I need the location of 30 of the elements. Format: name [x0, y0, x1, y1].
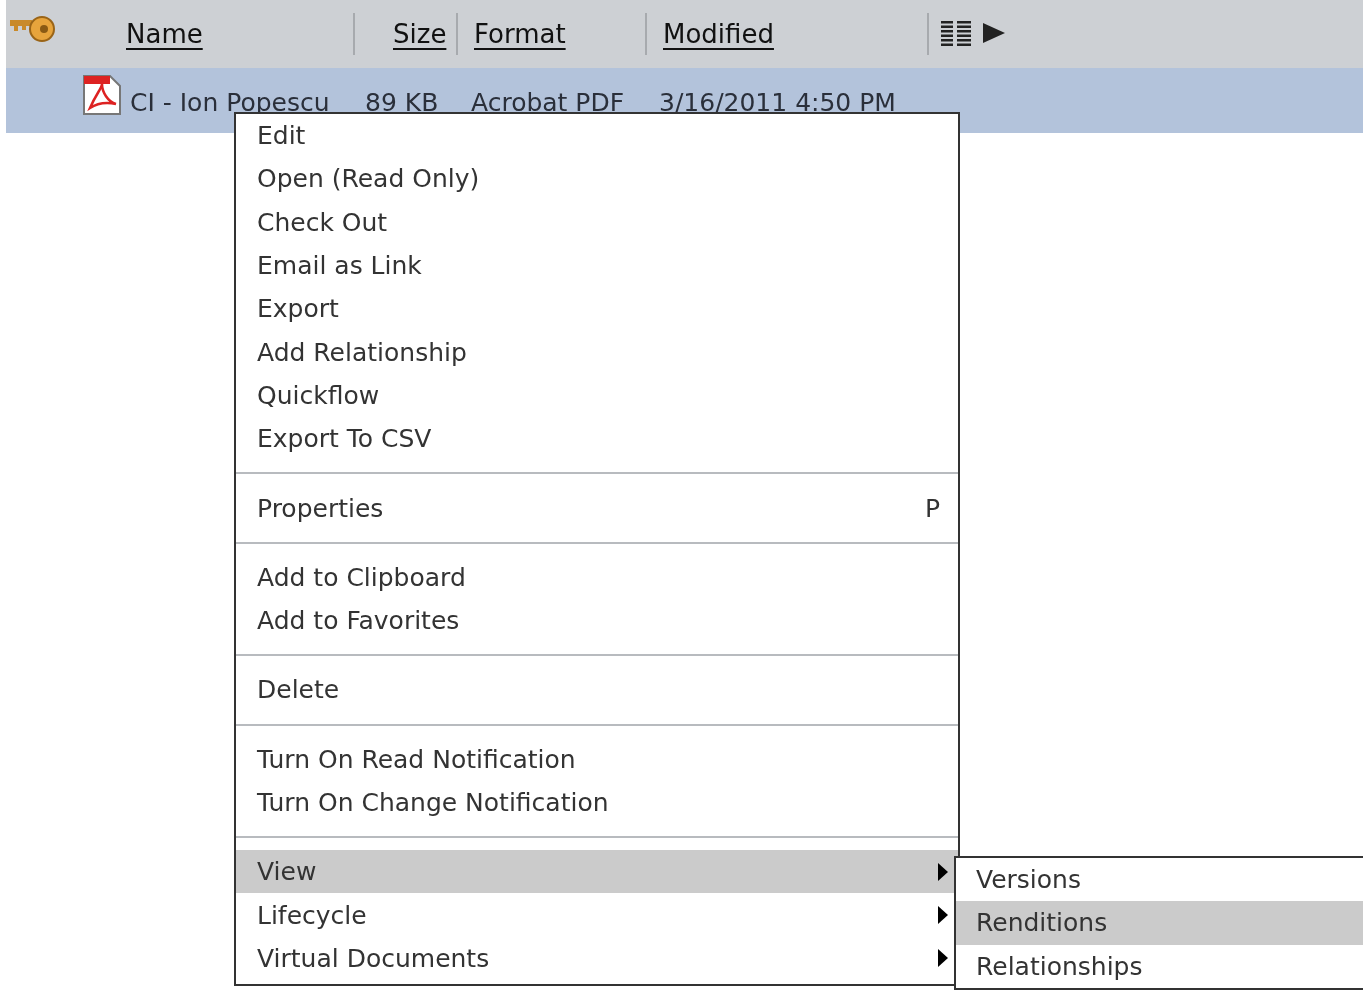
- menu-item[interactable]: Add Relationship: [236, 330, 958, 374]
- column-header[interactable]: Format: [474, 19, 566, 49]
- column-header[interactable]: Size: [393, 19, 447, 49]
- menu-item[interactable]: Add to Favorites: [236, 598, 958, 643]
- menu-item[interactable]: Export: [236, 287, 958, 331]
- table-cell-text: Acrobat PDF: [471, 88, 626, 117]
- table-cell-text: 89 KB: [365, 88, 440, 117]
- column-chooser-icon[interactable]: [941, 19, 1007, 49]
- menu-item[interactable]: Add to Clipboard: [236, 555, 958, 599]
- table-cell: 3/16/2011 4:50 PM: [659, 88, 896, 117]
- menu-item[interactable]: Email as Link: [236, 243, 958, 288]
- table-cell-text: CI - Ion Popescu: [130, 88, 331, 117]
- shortcut-key: P: [924, 493, 940, 523]
- column-header[interactable]: Name: [126, 19, 203, 49]
- menu-item[interactable]: Delete: [236, 668, 958, 712]
- menu-item[interactable]: Renditions: [956, 901, 1363, 945]
- menu-item[interactable]: View: [236, 850, 958, 894]
- pdf-file-icon: [82, 74, 122, 116]
- menu-item[interactable]: Relationships: [956, 944, 1363, 988]
- menu-item[interactable]: Properties P: [236, 486, 958, 530]
- column-header[interactable]: Modified: [663, 19, 774, 49]
- menu-item[interactable]: Turn On Read Notification: [236, 737, 958, 781]
- menu-item[interactable]: Lifecycle: [236, 893, 958, 937]
- menu-item[interactable]: Export To CSV: [236, 417, 958, 461]
- menu-item[interactable]: Open (Read Only): [236, 157, 958, 201]
- menu-item[interactable]: Virtual Documents: [236, 936, 958, 981]
- menu-item[interactable]: Quickflow: [236, 373, 958, 418]
- menu-item[interactable]: Check Out: [236, 200, 958, 244]
- menu-item[interactable]: Versions: [956, 858, 1363, 902]
- menu-item[interactable]: Turn On Change Notification: [236, 780, 958, 825]
